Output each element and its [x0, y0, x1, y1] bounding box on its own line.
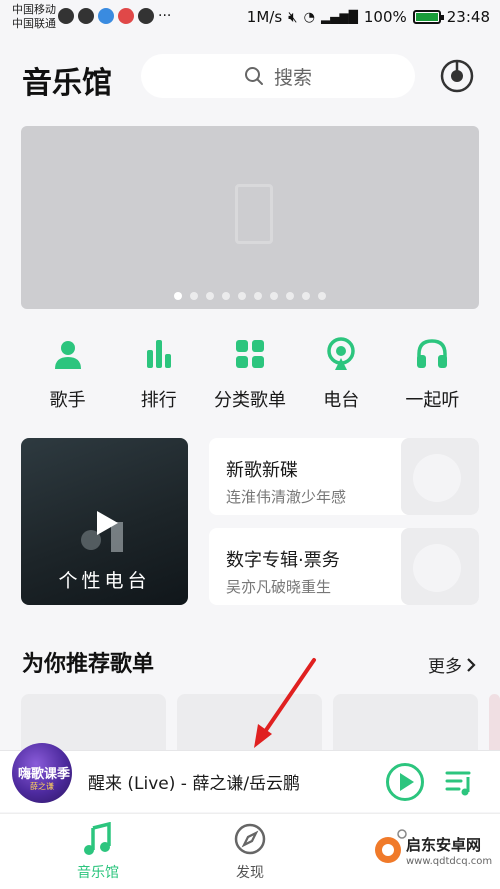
- nav-singer[interactable]: 歌手: [22, 336, 113, 416]
- card-thumbnail: [401, 438, 479, 515]
- cover-text: 嗨歌课季: [18, 767, 71, 782]
- headphones-icon: [417, 339, 448, 368]
- annotation-arrow: [254, 658, 316, 748]
- message-icon: [138, 8, 154, 24]
- battery-icon: [412, 10, 444, 24]
- carousel-dot[interactable]: [222, 292, 230, 300]
- section-title: 为你推荐歌单: [22, 652, 155, 677]
- tab-label: 发现: [236, 865, 264, 881]
- card-title: 数字专辑·票务: [226, 550, 340, 571]
- radar-icon[interactable]: [438, 57, 476, 95]
- nav-radio[interactable]: 电台: [296, 336, 387, 416]
- nav-label: 排行: [140, 390, 177, 411]
- carousel-dot[interactable]: [254, 292, 262, 300]
- nav-label: 电台: [323, 390, 360, 411]
- nav-chart[interactable]: 排行: [113, 336, 204, 416]
- carousel-dot[interactable]: [206, 292, 214, 300]
- notification-icons: ···: [58, 8, 171, 24]
- nav-label: 一起听: [405, 390, 460, 411]
- watermark-url: www.qdtdcq.com: [406, 856, 493, 867]
- chevron-right-icon: [467, 657, 476, 672]
- banner-carousel[interactable]: [21, 126, 479, 309]
- system-status: 1M/s 🔇︎ ◔ ▂▄▆█ 100% 23:48: [247, 8, 490, 26]
- carousel-dot[interactable]: [286, 292, 294, 300]
- nav-listen-together[interactable]: 一起听: [387, 336, 478, 416]
- digital-album-card[interactable]: 数字专辑·票务 吴亦凡破晓重生: [209, 528, 479, 605]
- quick-nav: 歌手 排行 分类歌单 电台 一起听: [22, 336, 478, 416]
- carousel-dot[interactable]: [302, 292, 310, 300]
- card-thumbnail: [401, 528, 479, 605]
- carrier-1: 中国移动: [12, 3, 56, 16]
- more-link[interactable]: 更多: [428, 652, 476, 677]
- music-note-icon: [84, 822, 111, 855]
- category-icon: [236, 340, 264, 368]
- cloud-icon: [78, 8, 94, 24]
- music-placeholder-icon: [235, 184, 273, 244]
- battery-percent: 100%: [363, 8, 407, 26]
- signal-icon: ▂▄▆█: [320, 10, 358, 24]
- carrier-info: 中国移动 中国联通: [12, 3, 56, 31]
- now-playing-cover[interactable]: 嗨歌课季 薛之谦: [12, 743, 72, 803]
- singer-icon: [54, 341, 81, 369]
- card-subtitle: 吴亦凡破晓重生: [226, 578, 332, 596]
- wifi-icon: ◔: [303, 9, 315, 25]
- tab-music-hall[interactable]: 音乐馆: [48, 822, 148, 882]
- carousel-dot[interactable]: [318, 292, 326, 300]
- cover-subtext: 薛之谦: [30, 782, 54, 791]
- play-icon[interactable]: [91, 508, 121, 538]
- nav-label: 歌手: [49, 390, 86, 411]
- carousel-dots: [0, 292, 500, 300]
- play-icon[interactable]: [385, 762, 425, 802]
- carousel-dot[interactable]: [174, 292, 182, 300]
- app-icon: [98, 8, 114, 24]
- mute-icon: 🔇︎: [288, 8, 298, 26]
- playlist-card[interactable]: [333, 694, 478, 754]
- tab-label: 音乐馆: [77, 865, 119, 881]
- nav-label: 分类歌单: [214, 390, 286, 411]
- radio-label: 个性电台: [58, 570, 151, 592]
- personal-radio-card[interactable]: 个性电台: [21, 438, 188, 605]
- tab-discover[interactable]: 发现: [200, 822, 300, 882]
- radio-icon: [327, 337, 355, 370]
- notification-icon: [58, 8, 74, 24]
- new-songs-card[interactable]: 新歌新碟 连淮伟清澈少年感: [209, 438, 479, 515]
- card-subtitle: 连淮伟清澈少年感: [226, 488, 347, 506]
- search-placeholder: 搜索: [273, 66, 312, 89]
- page-title: 音乐馆: [22, 66, 112, 101]
- search-bar[interactable]: 搜索: [141, 54, 415, 98]
- clock: 23:48: [446, 8, 490, 26]
- carousel-dot[interactable]: [238, 292, 246, 300]
- nav-category[interactable]: 分类歌单: [204, 336, 295, 416]
- app-icon: [118, 8, 134, 24]
- search-icon: [244, 67, 263, 85]
- chart-icon: [146, 340, 171, 368]
- status-bar: 中国移动 中国联通 ··· 1M/s 🔇︎ ◔ ▂▄▆█ 100% 23:48: [0, 0, 500, 36]
- card-title: 新歌新碟: [226, 460, 298, 481]
- now-playing-title[interactable]: 醒来 (Live) - 薛之谦/岳云鹏: [88, 769, 300, 794]
- playlist-icon[interactable]: [444, 766, 476, 798]
- compass-icon: [234, 823, 266, 855]
- carrier-2: 中国联通: [12, 17, 56, 30]
- carousel-dot[interactable]: [270, 292, 278, 300]
- more-label: 更多: [428, 657, 462, 677]
- watermark-name: 启东安卓网: [406, 836, 482, 854]
- net-speed: 1M/s: [246, 8, 283, 26]
- more-icon: ···: [158, 8, 172, 24]
- carousel-dot[interactable]: [190, 292, 198, 300]
- playlist-card[interactable]: [489, 694, 500, 754]
